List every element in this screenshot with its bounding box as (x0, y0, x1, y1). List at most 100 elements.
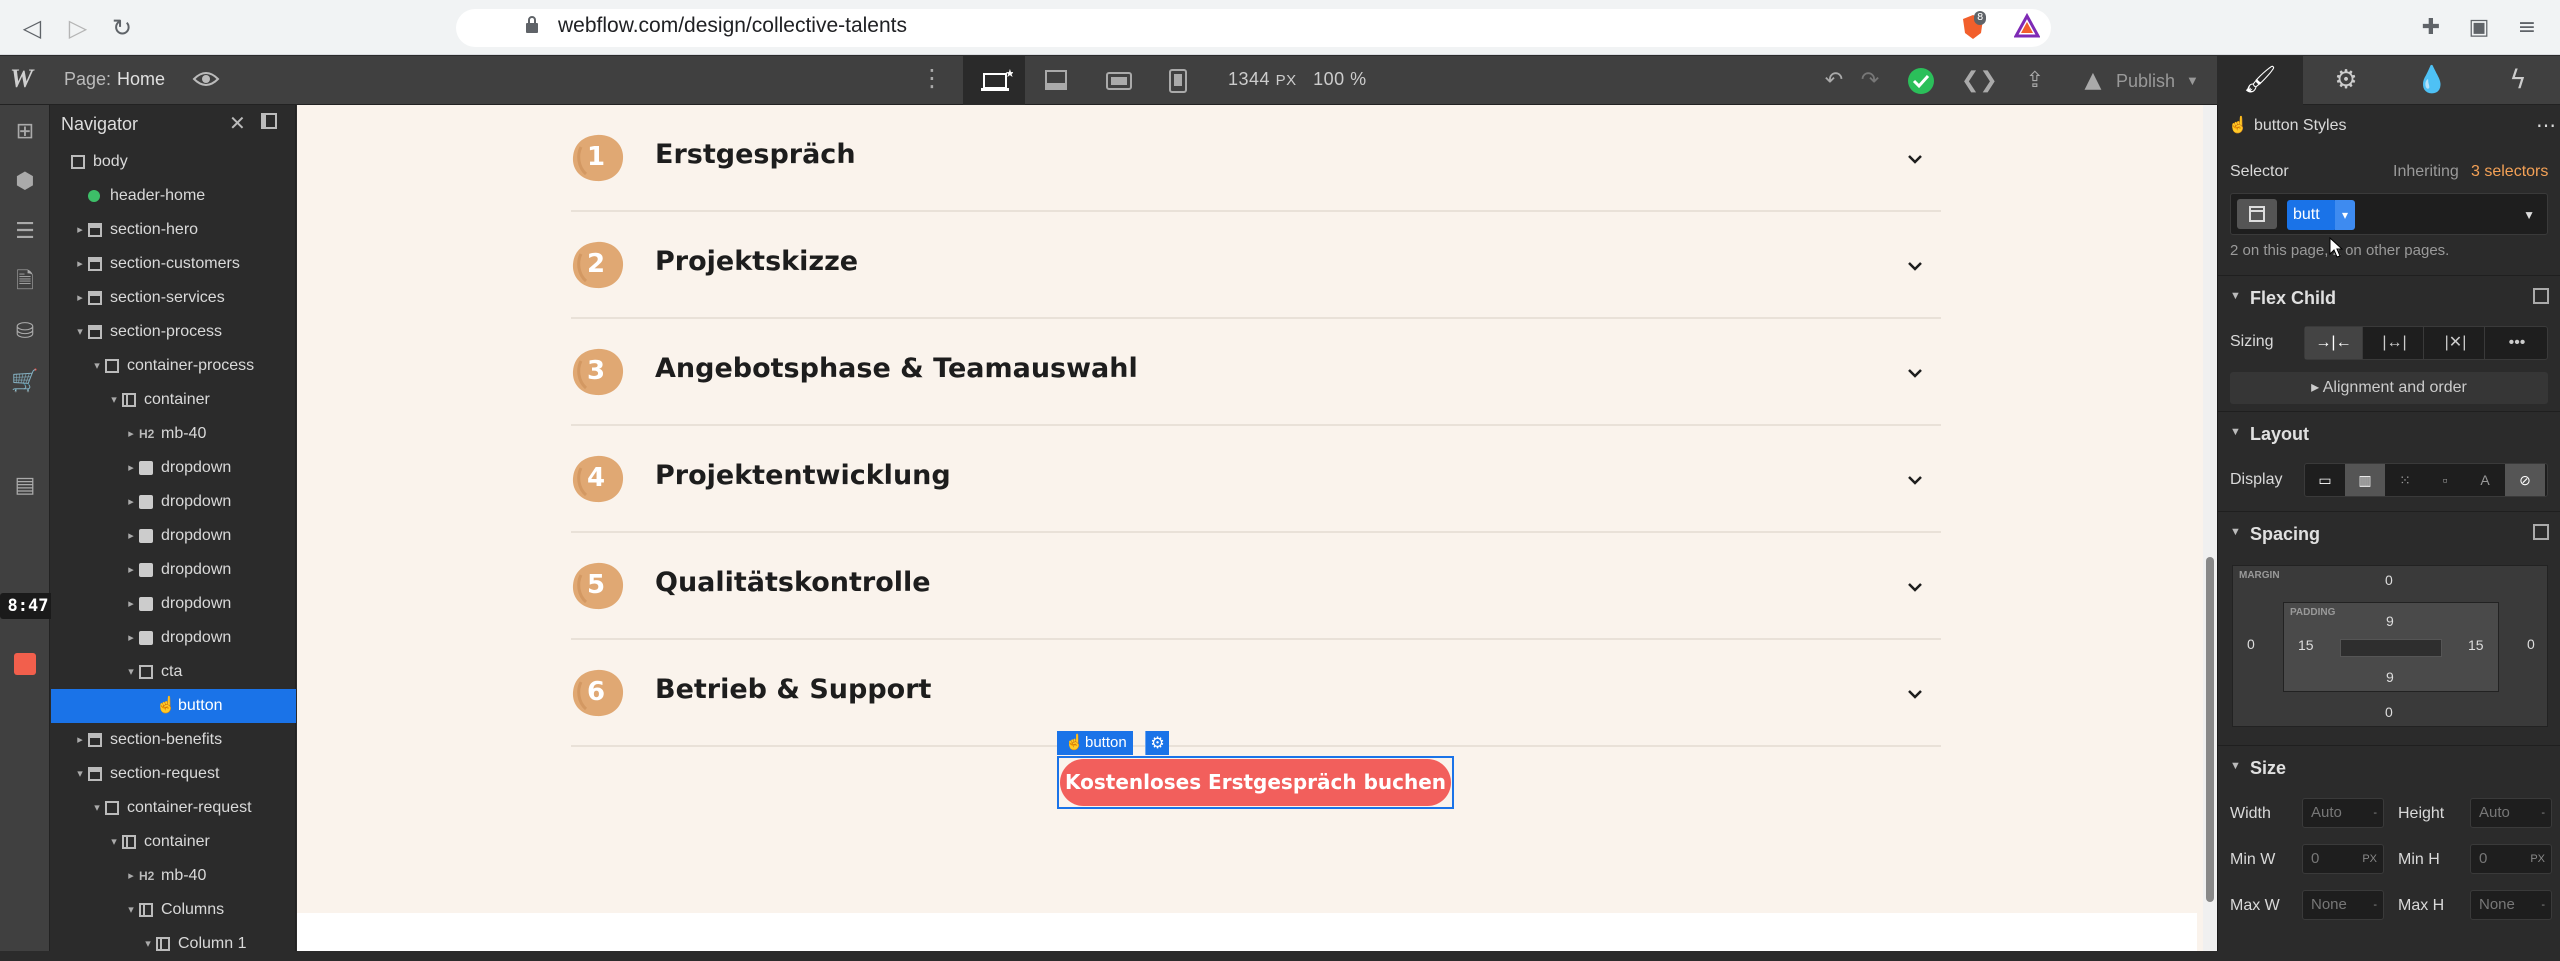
chevron-down-icon[interactable] (1907, 579, 1923, 595)
navigator-layers-icon[interactable]: ☰ (10, 217, 40, 247)
tablet-landscape-button[interactable] (1087, 56, 1149, 105)
process-step-dropdown[interactable]: 2 Projektskizze (571, 212, 1941, 319)
unit-dropdown-icon[interactable]: - (2373, 891, 2377, 919)
webflow-logo-icon[interactable]: W (10, 64, 33, 94)
canvas-scrollbar-thumb[interactable] (2206, 557, 2214, 902)
share-icon[interactable]: ⇪ (2020, 66, 2050, 96)
selector-state-icon[interactable] (2237, 199, 2277, 229)
expand-caret-icon[interactable]: ▸ (74, 247, 86, 281)
extensions-icon[interactable]: ✚ (2416, 13, 2446, 43)
display-inline-block-icon[interactable]: ▫ (2425, 464, 2465, 496)
margin-left-value[interactable]: 0 (2247, 636, 2255, 652)
more-options-icon[interactable]: ⋯ (2536, 113, 2556, 138)
chevron-down-icon[interactable] (1907, 365, 1923, 381)
selector-chip[interactable]: butt (2287, 200, 2337, 230)
navigator-item[interactable]: ▸ section-customers (51, 247, 296, 281)
ecommerce-cart-icon[interactable]: 🛒 (10, 367, 40, 397)
navigator-item[interactable]: ☝ button (51, 689, 296, 723)
unit-dropdown-icon[interactable]: - (2541, 891, 2545, 919)
display-grid-icon[interactable]: ⁙ (2385, 464, 2425, 496)
pages-icon[interactable]: 🗎 (10, 267, 40, 297)
navigator-item[interactable]: ▸ dropdown (51, 553, 296, 587)
min-height-unit[interactable]: PX (2530, 845, 2545, 873)
collapse-caret-icon[interactable]: ▾ (125, 655, 137, 689)
settings-tab-gear-icon[interactable]: ⚙ (2303, 56, 2389, 105)
dont-shrink-or-grow-icon[interactable]: |✕| (2427, 327, 2485, 359)
margin-bottom-value[interactable]: 0 (2385, 704, 2393, 720)
expand-caret-icon[interactable]: ▸ (125, 451, 137, 485)
navigator-item[interactable]: ▾ section-request (51, 757, 296, 791)
symbols-cube-icon[interactable]: ⬢ (10, 167, 40, 197)
unit-dropdown-icon[interactable]: - (2541, 799, 2545, 827)
interactions-tab-bolt-icon[interactable]: ϟ (2475, 56, 2560, 105)
navigator-item[interactable]: ▾ container (51, 825, 296, 859)
navigator-item[interactable]: ▸ dropdown (51, 485, 296, 519)
style-manager-tab-drops-icon[interactable]: 💧 (2389, 56, 2475, 105)
page-selector[interactable]: Home (117, 69, 165, 90)
collapse-caret-icon[interactable]: ▾ (74, 315, 86, 349)
url-text[interactable]: webflow.com/design/collective-talents (558, 14, 907, 38)
collapse-caret-icon[interactable]: ▾ (74, 757, 86, 791)
expand-caret-icon[interactable]: ▸ (125, 859, 137, 893)
width-input[interactable]: Auto - (2302, 798, 2384, 828)
display-inline-icon[interactable]: A (2465, 464, 2505, 496)
publish-button[interactable]: Publish (2116, 66, 2175, 96)
selector-field[interactable]: butt ▾ ▼ (2230, 193, 2548, 235)
collapse-caret-icon[interactable]: ▾ (108, 825, 120, 859)
expand-caret-icon[interactable]: ▸ (125, 553, 137, 587)
expand-caret-icon[interactable]: ▸ (74, 281, 86, 315)
unit-dropdown-icon[interactable]: - (2373, 799, 2377, 827)
collapse-caret-icon[interactable]: ▾ (91, 791, 103, 825)
redo-icon[interactable]: ↷ (1855, 66, 1885, 96)
grow-if-possible-icon[interactable]: |↔| (2366, 327, 2424, 359)
cms-database-icon[interactable]: ⛁ (10, 317, 40, 347)
brave-rewards-icon[interactable] (2012, 12, 2042, 43)
process-step-dropdown[interactable]: 3 Angebotsphase & Teamauswahl (571, 319, 1941, 426)
navigator-item[interactable]: ▸ section-benefits (51, 723, 296, 757)
max-height-input[interactable]: None - (2470, 890, 2552, 920)
navigator-item[interactable]: ▾ Columns (51, 893, 296, 927)
selector-chip-chevron-icon[interactable]: ▾ (2335, 200, 2355, 230)
canvas-scrollbar[interactable] (2203, 105, 2217, 951)
stop-recording-button[interactable] (14, 653, 36, 675)
collapse-caret-icon[interactable]: ▾ (108, 383, 120, 417)
expand-corner-icon[interactable] (2533, 288, 2549, 304)
expand-caret-icon[interactable]: ▸ (74, 723, 86, 757)
navigator-item[interactable]: ▸ section-hero (51, 213, 296, 247)
navigator-item[interactable]: ▸ H2 mb-40 (51, 859, 296, 893)
back-icon[interactable]: ◁ (18, 14, 46, 42)
navigator-item[interactable]: ▾ container (51, 383, 296, 417)
navigator-item[interactable]: ▸ dropdown (51, 587, 296, 621)
navigator-item[interactable]: ▾ cta (51, 655, 296, 689)
chevron-down-icon[interactable] (1907, 151, 1923, 167)
margin-right-value[interactable]: 0 (2527, 636, 2535, 652)
navigator-item[interactable]: ▸ H2 mb-40 (51, 417, 296, 451)
style-panel-tab-brush-icon[interactable]: 🖌 (2217, 56, 2303, 105)
dock-panel-icon[interactable] (261, 113, 277, 129)
max-width-input[interactable]: None - (2302, 890, 2384, 920)
min-width-unit[interactable]: PX (2362, 845, 2377, 873)
design-canvas[interactable]: 1 Erstgespräch 2 Projektskizze 3 Angebotsphas… (297, 105, 2217, 951)
expand-caret-icon[interactable]: ▸ (125, 485, 137, 519)
expand-caret-icon[interactable]: ▸ (125, 587, 137, 621)
selected-element-tag[interactable]: ☝ button (1057, 731, 1133, 755)
publish-rocket-icon[interactable]: ▲ (2078, 66, 2108, 96)
assets-icon[interactable]: ▤ (10, 471, 40, 501)
navigator-item[interactable]: ▸ dropdown (51, 451, 296, 485)
inheriting-selectors-link[interactable]: 3 selectors (2471, 163, 2548, 181)
display-flex-icon[interactable]: ▥ (2345, 464, 2385, 496)
selector-dropdown-icon[interactable]: ▼ (2523, 208, 2535, 222)
more-kebab-icon[interactable]: ⋮ (920, 64, 944, 92)
layout-section-header[interactable]: ▼ Layout (2218, 411, 2560, 453)
padding-bottom-value[interactable]: 9 (2386, 669, 2394, 685)
collapse-caret-icon[interactable]: ▾ (142, 927, 154, 961)
tablet-portrait-button[interactable] (1149, 56, 1211, 105)
size-section-header[interactable]: ▼ Size (2218, 745, 2560, 787)
collapse-caret-icon[interactable]: ▾ (91, 349, 103, 383)
menu-icon[interactable]: ≡ (2512, 13, 2542, 43)
expand-caret-icon[interactable]: ▸ (125, 519, 137, 553)
height-input[interactable]: Auto - (2470, 798, 2552, 828)
wallet-icon[interactable]: ▣ (2464, 13, 2494, 43)
navigator-item[interactable]: ▾ container-request (51, 791, 296, 825)
min-width-input[interactable]: 0 PX (2302, 844, 2384, 874)
